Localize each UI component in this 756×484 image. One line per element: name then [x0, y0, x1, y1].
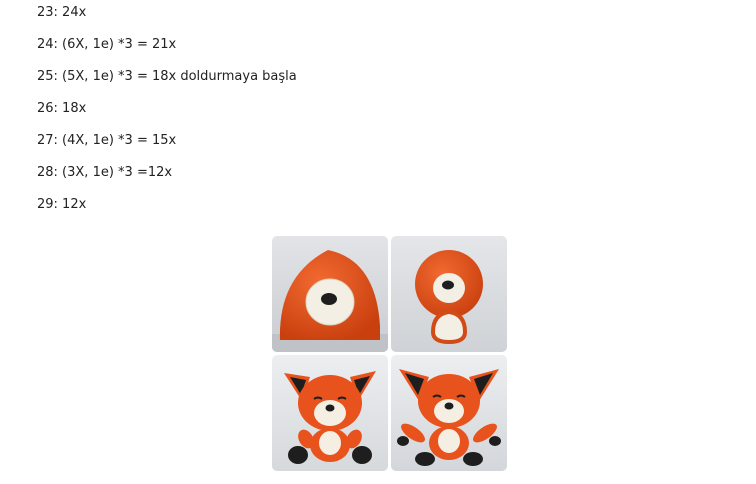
pattern-row-26: 26: 18x: [37, 101, 87, 116]
pattern-row-27: 27: (4X, 1e) *3 = 15x: [37, 133, 177, 148]
pattern-row-23: 23: 24x: [37, 5, 87, 20]
pattern-row-24: 24: (6X, 1e) *3 = 21x: [37, 37, 177, 52]
fox-assembled-photo-2[interactable]: [391, 355, 507, 471]
fox-photo-collage[interactable]: [272, 236, 509, 472]
pattern-instructions: 23: 24x 24: (6X, 1e) *3 = 21x 25: (5X, 1…: [37, 4, 297, 228]
pattern-row-25: 25: (5X, 1e) *3 = 18x doldurmaya başla: [37, 69, 297, 84]
pattern-row-29: 29: 12x: [37, 197, 87, 212]
fox-assembled-photo-1[interactable]: [272, 355, 388, 471]
fox-head-and-body-photo[interactable]: [391, 236, 507, 352]
pattern-row-28: 28: (3X, 1e) *3 =12x: [37, 165, 173, 180]
fox-head-back-photo[interactable]: [272, 236, 388, 352]
